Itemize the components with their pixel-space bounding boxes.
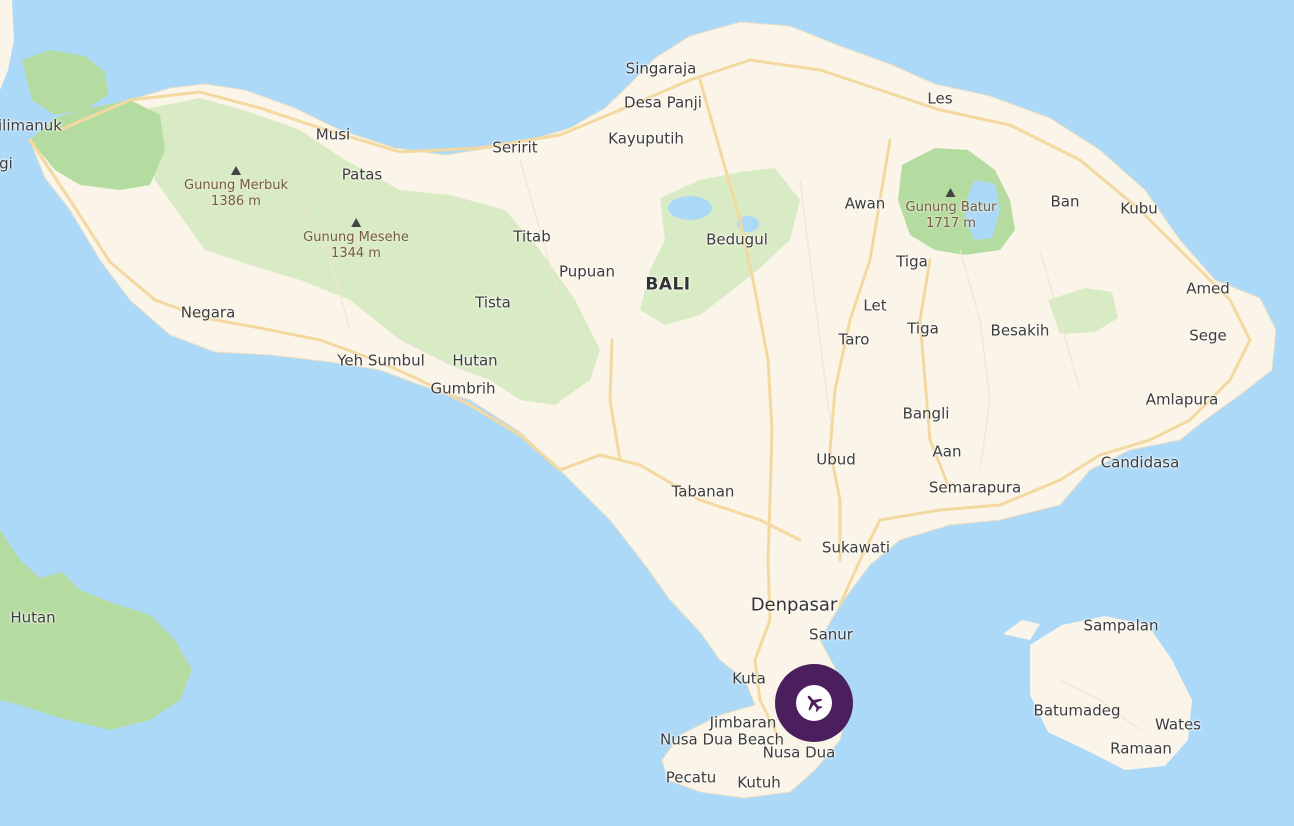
place-label-kutuh[interactable]: Kutuh	[737, 774, 781, 792]
place-label-tiga-2[interactable]: Tiga	[907, 320, 939, 338]
place-label-musi[interactable]: Musi	[316, 126, 350, 144]
place-label-singaraja[interactable]: Singaraja	[626, 60, 697, 78]
map[interactable]: Gunung Merbuk 1386 m Gunung Mesehe 1344 …	[0, 0, 1294, 826]
place-label-ubud[interactable]: Ubud	[816, 451, 856, 469]
peak-batur-name: Gunung Batur	[905, 200, 997, 215]
place-label-negara[interactable]: Negara	[181, 304, 236, 322]
place-label-tista[interactable]: Tista	[475, 294, 511, 312]
peak-batur-elevation: 1717 m	[926, 216, 976, 231]
place-label-tiga[interactable]: Tiga	[896, 253, 928, 271]
peak-mesehe-elevation: 1344 m	[331, 246, 381, 261]
place-label-kayuputih[interactable]: Kayuputih	[608, 130, 684, 148]
place-label-pecatu[interactable]: Pecatu	[666, 769, 717, 787]
place-label-desa-panji[interactable]: Desa Panji	[624, 94, 702, 112]
place-label-taro[interactable]: Taro	[839, 331, 870, 349]
place-label-yeh-sumbul[interactable]: Yeh Sumbul	[337, 352, 425, 370]
place-label-kubu[interactable]: Kubu	[1120, 200, 1158, 218]
place-label-candidasa[interactable]: Candidasa	[1101, 454, 1180, 472]
place-label-semarapura[interactable]: Semarapura	[929, 479, 1021, 497]
mountain-icon	[945, 188, 956, 197]
place-label-jimbaran[interactable]: Jimbaran	[710, 714, 777, 732]
place-label-les[interactable]: Les	[927, 90, 952, 108]
place-label-amed[interactable]: Amed	[1186, 280, 1230, 298]
place-label-batumadeg[interactable]: Batumadeg	[1034, 702, 1121, 720]
place-label-sanur[interactable]: Sanur	[809, 626, 853, 644]
peak-batur: Gunung Batur 1717 m	[905, 188, 997, 232]
place-label-seririt[interactable]: Seririt	[492, 139, 537, 157]
place-label-hutan[interactable]: Hutan	[452, 352, 497, 370]
mountain-icon	[231, 166, 241, 175]
place-label-sampalan[interactable]: Sampalan	[1084, 617, 1159, 635]
place-label-ramaan[interactable]: Ramaan	[1110, 740, 1172, 758]
place-label-hutan-west[interactable]: Hutan	[10, 609, 55, 627]
place-label-nusa-dua[interactable]: Nusa Dua	[763, 744, 836, 762]
place-label-besakih[interactable]: Besakih	[991, 322, 1050, 340]
place-label-gi[interactable]: gi	[0, 155, 13, 173]
place-label-sukawati[interactable]: Sukawati	[822, 539, 890, 557]
place-label-bangli[interactable]: Bangli	[903, 405, 950, 423]
place-label-gilimanuk[interactable]: ilimanuk	[0, 117, 62, 135]
lake-bratan	[668, 196, 712, 220]
peak-merbuk-name: Gunung Merbuk	[184, 178, 288, 193]
place-label-titab[interactable]: Titab	[513, 228, 550, 246]
region-label-bali: BALI	[645, 274, 691, 295]
place-label-aan[interactable]: Aan	[933, 443, 962, 461]
airport-marker[interactable]	[775, 664, 853, 742]
mountain-icon	[350, 218, 361, 227]
place-label-gumbrih[interactable]: Gumbrih	[430, 380, 495, 398]
place-label-awan[interactable]: Awan	[845, 195, 886, 213]
airport-marker-inner	[796, 685, 832, 721]
place-label-kuta[interactable]: Kuta	[732, 670, 766, 688]
place-label-let[interactable]: Let	[863, 297, 886, 315]
peak-mesehe-name: Gunung Mesehe	[303, 230, 409, 245]
peak-merbuk: Gunung Merbuk 1386 m	[184, 166, 288, 210]
place-label-ban[interactable]: Ban	[1051, 193, 1080, 211]
peak-mesehe: Gunung Mesehe 1344 m	[303, 218, 409, 262]
place-label-tabanan[interactable]: Tabanan	[672, 483, 735, 501]
peak-merbuk-elevation: 1386 m	[211, 194, 261, 209]
place-label-sege[interactable]: Sege	[1189, 327, 1227, 345]
place-label-pupuan[interactable]: Pupuan	[559, 263, 615, 281]
airplane-icon	[807, 695, 823, 713]
place-label-denpasar[interactable]: Denpasar	[751, 596, 838, 614]
place-label-amlapura[interactable]: Amlapura	[1146, 391, 1219, 409]
place-label-bedugul[interactable]: Bedugul	[706, 231, 768, 249]
place-label-patas[interactable]: Patas	[342, 166, 382, 184]
place-label-wates[interactable]: Wates	[1155, 716, 1201, 734]
